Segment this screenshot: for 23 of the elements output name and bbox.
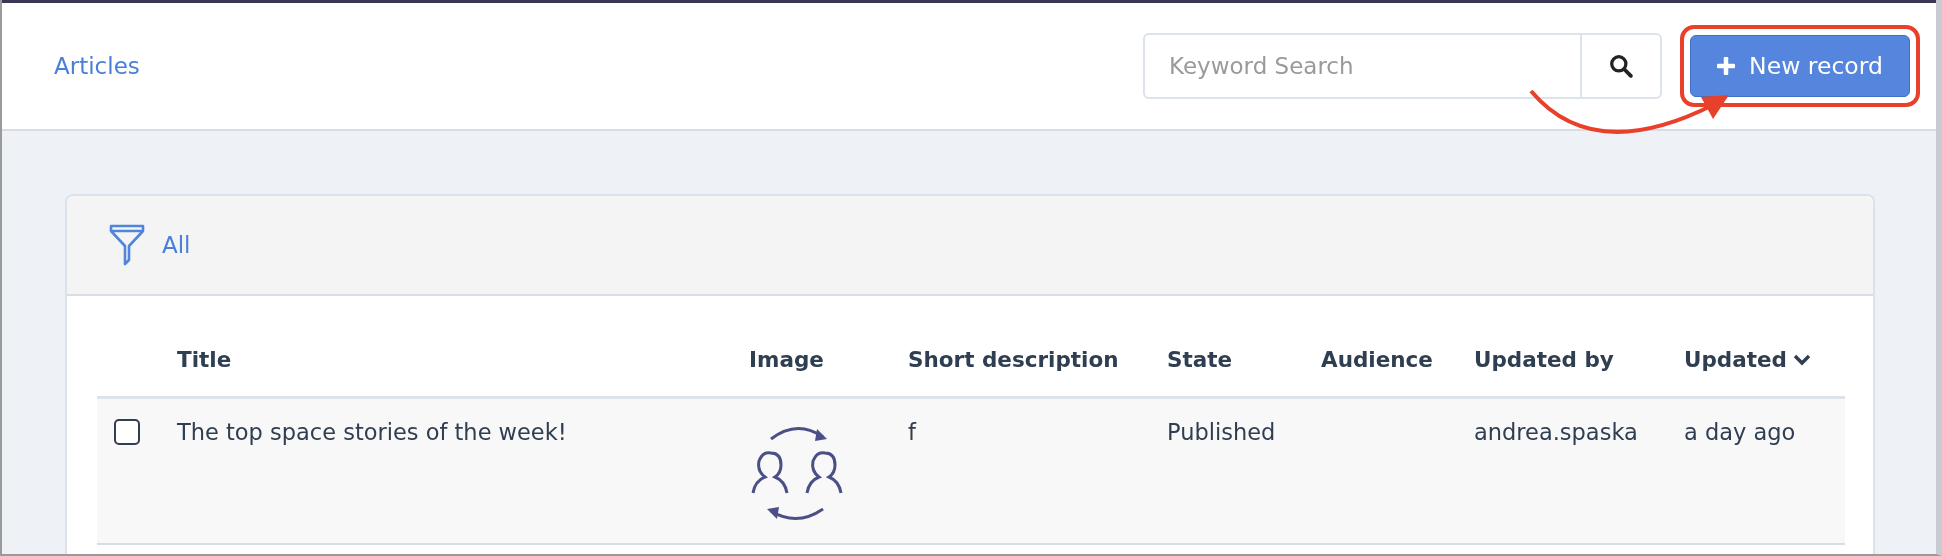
table-cell: Published: [1167, 419, 1276, 445]
column-header: Title: [177, 347, 233, 372]
search-button[interactable]: [1580, 33, 1662, 99]
plus-icon: [1717, 57, 1736, 75]
table-cell: The top space stories of the week!: [177, 419, 567, 445]
column-header: Image: [749, 347, 825, 372]
chevron-down-icon[interactable]: [1793, 353, 1811, 366]
filter-icon[interactable]: [109, 224, 145, 266]
column-header: Short description: [908, 347, 1120, 372]
table-cell: andrea.spaska: [1474, 419, 1638, 445]
table-cell: f: [908, 419, 916, 445]
column-header[interactable]: Updated: [1684, 347, 1845, 372]
column-header: Updated by: [1474, 347, 1615, 372]
column-header: State: [1167, 347, 1234, 372]
row-checkbox[interactable]: [114, 419, 140, 445]
new-record-button[interactable]: New record: [1690, 35, 1910, 97]
breadcrumb-link[interactable]: Articles: [54, 53, 140, 79]
table-cell: a day ago: [1684, 419, 1796, 445]
column-header: Audience: [1321, 347, 1434, 372]
filter-link[interactable]: All: [162, 232, 191, 258]
search-field[interactable]: Keyword Search: [1143, 33, 1580, 99]
table-row[interactable]: The top space stories of the week! f Published andrea.spaska a day ago: [97, 399, 1845, 545]
search-icon: [1609, 54, 1633, 78]
